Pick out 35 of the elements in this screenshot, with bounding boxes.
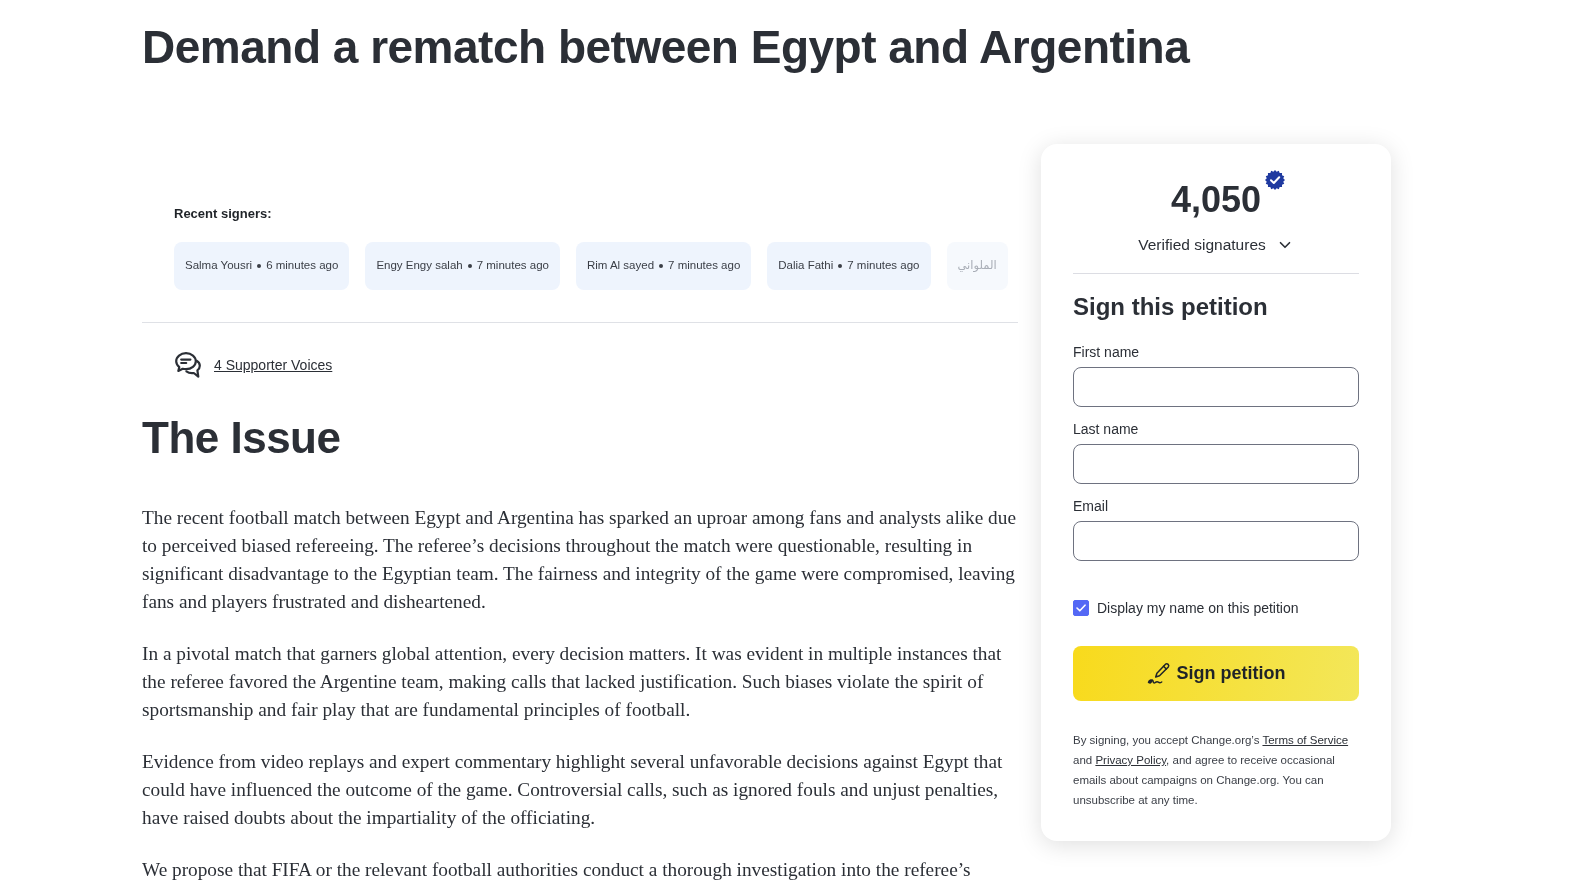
petition-title: Demand a rematch between Egypt and Argentina — [142, 20, 1190, 74]
recent-signers-label: Recent signers: — [174, 205, 272, 223]
signer-time: 7 minutes ago — [476, 258, 549, 274]
signer-name: Salma Yousri — [185, 258, 253, 274]
checkbox-label: Display my name on this petition — [1097, 599, 1299, 618]
supporter-voices-link[interactable]: 4 Supporter Voices — [214, 355, 333, 375]
signer-time: 7 minutes ago — [847, 258, 920, 274]
signer-name: Dalia Fathi — [778, 258, 834, 274]
field-label: First name — [1073, 343, 1140, 362]
field-label: Last name — [1073, 420, 1139, 439]
signature-count: 4,050 — [1170, 178, 1262, 222]
body-paragraph: Evidence from video replays and expert commentary highlight several unfavorable decisions against Egypt that could have influenced the outcome of the game. Controversial calls, such as ignored fouls and unjust penalties, have raised doubts about the impartiality of the officiating. — [142, 750, 1004, 830]
legal-notice: By signing, you accept Change.org’s Terms of Service and Privacy Policy, and agree to receive occasional emails about campaigns on Change.org. You can unsubscribe at any time. — [1073, 733, 1350, 808]
text-field[interactable] — [1073, 521, 1359, 561]
checkbox[interactable] — [1073, 600, 1089, 616]
section-heading: The Issue — [142, 413, 341, 463]
text-field[interactable] — [1073, 444, 1359, 484]
checkmark-icon — [1076, 604, 1086, 612]
verified-signatures-toggle[interactable]: Verified signatures — [1138, 233, 1294, 257]
signer-time: 6 minutes ago — [266, 258, 339, 274]
signer-name: Rim Al sayed — [586, 258, 655, 274]
body-paragraph: In a pivotal match that garners global attention, every decision matters. It was evident in multiple instances that the referee favored the Argentine team, making calls that lacked justification. Such biases violate the spirit of sportsmanship and fair play that are fundamental principles of football. — [142, 642, 1003, 722]
signer-time: 7 minutes ago — [668, 258, 741, 274]
field-label: Email — [1073, 497, 1108, 516]
body-paragraph: We propose that FIFA or the relevant football authorities conduct a thorough investigation into the referee’s — [142, 858, 972, 880]
verified-badge-icon — [1265, 170, 1286, 190]
signature-pen-icon — [1146, 661, 1171, 686]
body-paragraph: The recent football match between Egypt and Argentina has sparked an uproar among fans and analysts alike due to perceived biased refereeing. The referee’s decisions throughout the match were questionable, resulting in significant disadvantage to the Egyptian team. The fairness and integrity of the game were compromised, leaving fans and players frustrated and disheartened. — [142, 506, 1017, 614]
chat-bubbles-icon — [174, 351, 202, 379]
legal-link[interactable]: Terms of Service — [1262, 734, 1349, 746]
form-heading: Sign this petition — [1073, 292, 1268, 322]
sign-petition-button[interactable]: Sign petition — [1073, 646, 1359, 701]
signer-name: Engy Engy salah — [376, 258, 463, 274]
text-field[interactable] — [1073, 367, 1359, 407]
signer-name: الملواني — [957, 258, 997, 274]
